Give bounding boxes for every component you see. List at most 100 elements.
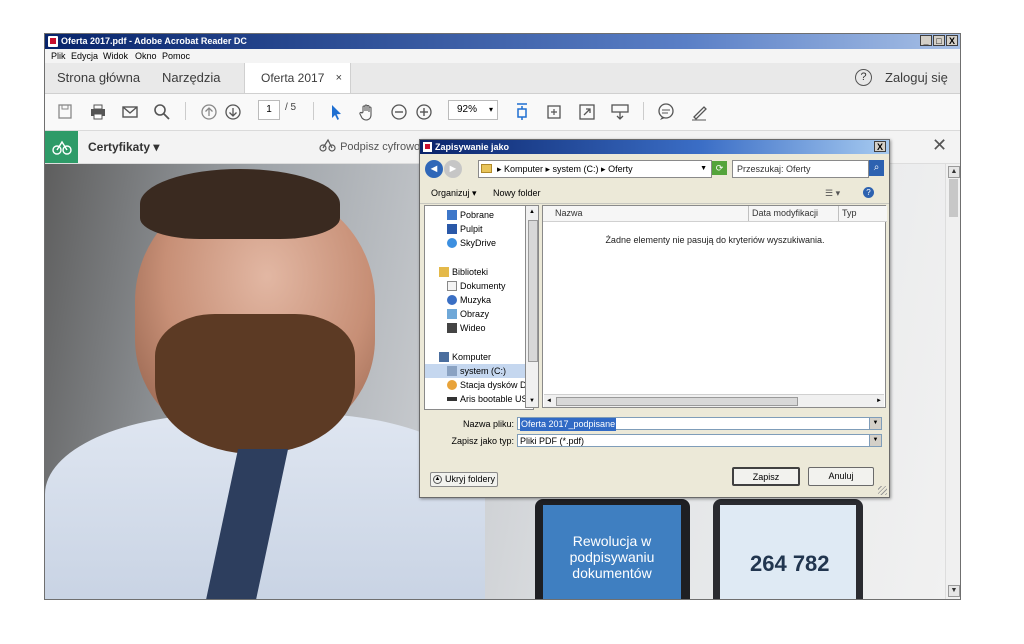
filename-input[interactable]: Oferta 2017_podpisane ▼ [517,417,882,431]
nav-item-system-c[interactable]: system (C:) [425,364,529,378]
chevron-down-icon: ▾ [488,105,493,114]
zoom-in-icon[interactable] [415,103,433,121]
downloads-icon [447,210,457,220]
tab-home[interactable]: Strona główna [57,63,140,93]
email-icon[interactable] [121,103,139,121]
empty-message: Żadne elementy nie pasują do kryteriów w… [605,235,825,245]
address-bar[interactable]: ▸ Komputer ▸ system (C:) ▸ Oferty ▼ [478,160,712,178]
dialog-title: Zapisywanie jako [435,142,510,152]
search-icon[interactable]: ⌕ [869,160,884,176]
certificates-label: Certyfikaty [88,140,151,154]
tab-tools[interactable]: Narzędzia [162,63,221,93]
sign-pen-icon[interactable] [690,103,708,121]
filetype-select[interactable]: Pliki PDF (*.pdf) ▼ [517,434,882,447]
horizontal-scroll-thumb[interactable] [556,397,798,406]
column-type[interactable]: Typ [842,208,857,218]
vertical-scrollbar[interactable]: ▲ ▼ [945,164,960,599]
chevron-down-icon[interactable]: ▼ [869,418,881,429]
zoom-select[interactable]: 92% ▾ [448,100,498,120]
column-name[interactable]: Nazwa [555,208,583,218]
tab-document-label: Oferta 2017 [261,71,325,85]
comment-icon[interactable] [657,103,675,121]
rotate-icon[interactable] [545,103,563,121]
view-options-icon[interactable]: ☰ ▾ [825,188,840,199]
zoom-out-icon[interactable] [390,103,408,121]
cancel-button[interactable]: Anuluj [808,467,874,486]
save-icon[interactable] [57,103,73,121]
skydrive-icon [447,238,457,248]
documents-icon [447,281,457,291]
title-bar[interactable]: Oferta 2017.pdf - Adobe Acrobat Reader D… [45,34,960,49]
fullscreen-icon[interactable] [578,103,596,121]
back-arrow-icon[interactable]: ◄ [425,160,443,178]
scroll-mode-icon[interactable] [611,103,629,121]
fit-page-icon[interactable] [514,103,530,121]
scroll-down-icon[interactable]: ▼ [527,396,537,406]
acrobat-app-icon [48,36,58,47]
scroll-thumb[interactable] [949,179,958,217]
help-icon[interactable]: ? [855,69,872,86]
hide-folders-button[interactable]: ▲ Ukryj foldery [430,472,498,487]
organize-button[interactable]: Organizuj ▾ [431,188,477,199]
close-window-button[interactable]: X [946,35,958,46]
column-header: Nazwa Data modyfikacji Typ [543,206,887,222]
resize-grip[interactable] [878,486,887,495]
file-list[interactable]: Nazwa Data modyfikacji Typ Żadne element… [542,205,887,408]
menu-pomoc[interactable]: Pomoc [162,51,190,61]
minimize-button[interactable]: _ [920,35,932,46]
nav-scrollbar[interactable]: ▲ ▼ [525,205,539,408]
phone-mockup: Rewolucja w podpisywaniu dokumentów [535,499,690,599]
sign-digitally-icon [319,138,336,152]
menu-edycja[interactable]: Edycja [71,51,98,61]
scroll-up-icon[interactable]: ▲ [527,207,537,217]
hide-folders-label: Ukryj foldery [445,474,496,484]
filename-value: Oferta 2017_podpisane [520,418,617,431]
forward-arrow-icon[interactable]: ► [444,160,462,178]
menu-widok[interactable]: Widok [103,51,128,61]
phone-mockup-2: 264 782 [713,499,863,599]
menu-bar: Plik Edycja Widok Okno Pomoc [45,49,960,63]
chevron-down-icon[interactable]: ▼ [700,161,707,177]
zoom-value: 92% [457,104,478,115]
hand-icon[interactable] [358,103,376,121]
collapse-icon: ▲ [433,475,442,484]
sign-digitally-button[interactable]: Podpisz cyfrowo [319,131,420,163]
scroll-left-icon[interactable]: ◄ [544,395,554,407]
login-link[interactable]: Zaloguj się [885,63,948,93]
column-date[interactable]: Data modyfikacji [752,208,818,218]
horizontal-scrollbar[interactable]: ◄ ► [544,394,884,407]
usb-icon [447,397,457,401]
menu-plik[interactable]: Plik [51,51,66,61]
print-icon[interactable] [89,103,107,121]
navigation-pane: Pobrane Pulpit SkyDrive Biblioteki Dokum… [424,205,534,410]
certificates-menu[interactable]: Certyfikaty ▾ [88,131,159,163]
new-folder-button[interactable]: Nowy folder [493,188,541,198]
search-icon[interactable] [153,103,171,121]
scroll-down-icon[interactable]: ▼ [948,585,960,597]
refresh-icon[interactable]: ⟳ [712,161,727,175]
tab-close-icon[interactable]: × [336,63,342,93]
dialog-title-bar[interactable]: Zapisywanie jako X [420,140,889,154]
select-arrow-icon[interactable] [328,103,344,121]
page-number-input[interactable]: 1 [258,100,280,120]
toolbar [45,94,960,131]
page-up-icon[interactable] [200,103,218,121]
dvd-icon [447,380,457,390]
tab-document[interactable]: Oferta 2017 × [244,63,351,93]
chevron-down-icon[interactable]: ▼ [869,435,881,446]
dialog-close-button[interactable]: X [874,141,886,152]
command-bar: Organizuj ▾ Nowy folder ☰ ▾ ? [420,183,889,204]
tab-bar: Strona główna Narzędzia Oferta 2017 × ? … [45,63,960,94]
scroll-right-icon[interactable]: ► [874,395,884,407]
close-certbar-icon[interactable]: ✕ [932,135,947,156]
window-title: Oferta 2017.pdf - Adobe Acrobat Reader D… [61,36,247,46]
search-input[interactable]: Przeszukaj: Oferty [732,160,869,178]
page-down-icon[interactable] [224,103,242,121]
help-icon[interactable]: ? [863,187,874,198]
menu-okno[interactable]: Okno [135,51,157,61]
save-button[interactable]: Zapisz [732,467,800,486]
nav-scroll-thumb[interactable] [528,220,538,362]
scroll-up-icon[interactable]: ▲ [948,166,960,178]
maximize-button[interactable]: □ [933,35,945,46]
phone-screen-text: Rewolucja w podpisywaniu dokumentów [569,533,655,581]
